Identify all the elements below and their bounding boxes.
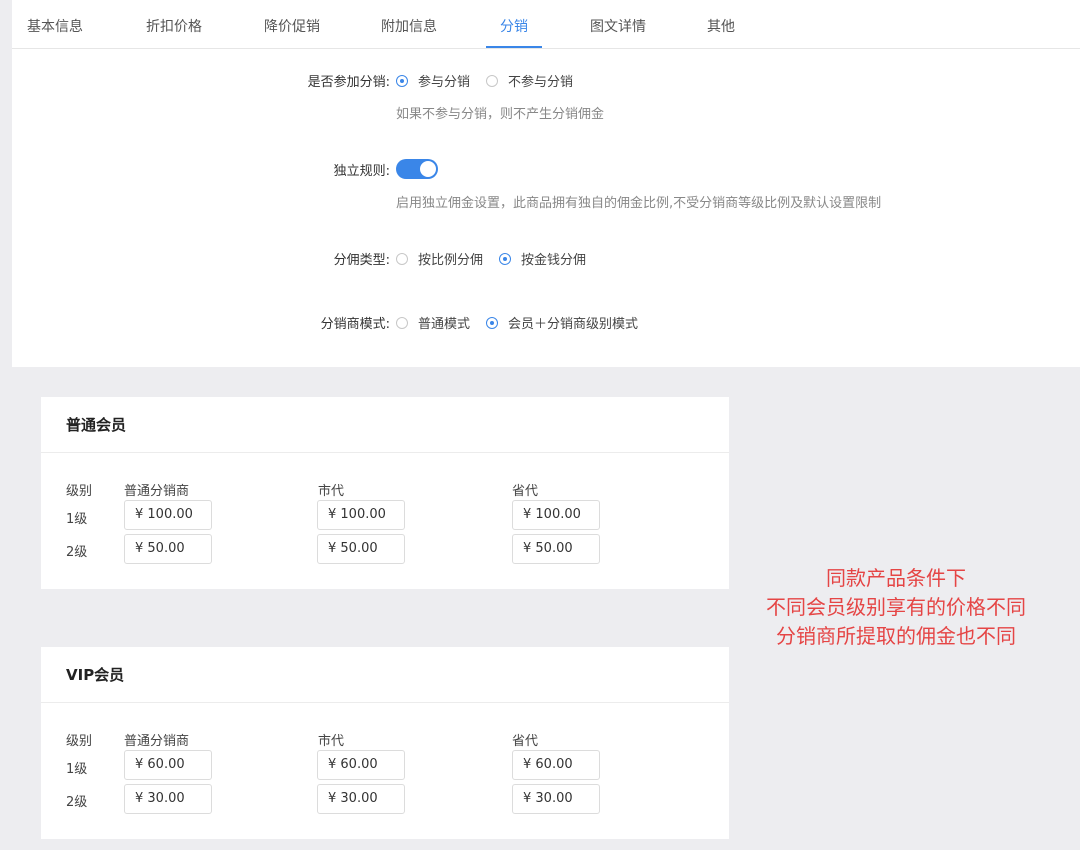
annotation-line: 不同会员级别享有的价格不同 <box>766 595 1026 619</box>
radio-label: 按比例分佣 <box>418 253 484 268</box>
row-level-label: 2级 <box>66 795 88 810</box>
price-input[interactable]: ¥ 50.00 <box>317 534 405 564</box>
radio-participate-no[interactable]: 不参与分销 <box>486 71 573 90</box>
radio-unchecked-icon <box>396 252 408 265</box>
radio-participate-yes[interactable]: 参与分销 <box>396 71 470 90</box>
annotation-note: 同款产品条件下 不同会员级别享有的价格不同 分销商所提取的佣金也不同 <box>736 564 1056 651</box>
radio-label: 按金钱分佣 <box>521 253 587 268</box>
toggle-knob <box>420 161 436 177</box>
tab-distribution[interactable]: 分销 <box>486 0 542 48</box>
header-city-agent: 市代 <box>318 484 345 499</box>
header-regular-distributor: 普通分销商 <box>124 734 190 749</box>
commission-type-label: 分佣类型: <box>333 253 390 268</box>
radio-label: 不参与分销 <box>508 75 574 90</box>
radio-checked-icon <box>486 316 499 329</box>
price-input[interactable]: ¥ 50.00 <box>512 534 600 564</box>
participate-label: 是否参加分销: <box>307 75 390 90</box>
radio-checked-icon <box>499 252 512 265</box>
radio-unchecked-icon <box>486 74 499 87</box>
radio-by-amount[interactable]: 按金钱分佣 <box>499 249 586 268</box>
card-regular-member: 普通会员 级别 普通分销商 市代 省代 1级 ¥ 100.00 ¥ 100.00… <box>41 397 729 589</box>
commission-type-options: 按比例分佣 按金钱分佣 <box>396 249 602 268</box>
independent-controls <box>396 159 438 179</box>
price-input[interactable]: ¥ 30.00 <box>124 784 212 814</box>
tab-discount-price[interactable]: 折扣价格 <box>145 0 203 48</box>
card-vip-member: VIP会员 级别 普通分销商 市代 省代 1级 ¥ 60.00 ¥ 60.00 … <box>41 647 729 839</box>
independent-toggle[interactable] <box>396 159 438 179</box>
tab-basic-info[interactable]: 基本信息 <box>26 0 84 48</box>
header-province-agent: 省代 <box>512 484 539 499</box>
price-input[interactable]: ¥ 50.00 <box>124 534 212 564</box>
header-province-agent: 省代 <box>512 734 539 749</box>
price-input[interactable]: ¥ 60.00 <box>317 750 405 780</box>
price-input[interactable]: ¥ 100.00 <box>317 500 405 530</box>
tab-other[interactable]: 其他 <box>706 0 736 48</box>
header-city-agent: 市代 <box>318 734 345 749</box>
price-input[interactable]: ¥ 60.00 <box>124 750 212 780</box>
price-input[interactable]: ¥ 60.00 <box>512 750 600 780</box>
annotation-line: 同款产品条件下 <box>826 566 966 590</box>
card-title: VIP会员 <box>41 647 729 703</box>
price-input[interactable]: ¥ 100.00 <box>124 500 212 530</box>
participate-hint: 如果不参与分销，则不产生分销佣金 <box>396 107 605 122</box>
header-level: 级别 <box>66 734 93 749</box>
participate-options: 参与分销 不参与分销 <box>396 71 589 90</box>
commission-grid: 级别 普通分销商 市代 省代 1级 ¥ 60.00 ¥ 60.00 ¥ 60.0… <box>41 703 729 840</box>
row-level-label: 2级 <box>66 545 88 560</box>
radio-label: 普通模式 <box>418 317 471 332</box>
row-level-label: 1级 <box>66 762 88 777</box>
commission-grid: 级别 普通分销商 市代 省代 1级 ¥ 100.00 ¥ 100.00 ¥ 10… <box>41 453 729 590</box>
card-title: 普通会员 <box>41 397 729 453</box>
annotation-line: 分销商所提取的佣金也不同 <box>776 624 1016 648</box>
settings-panel: 基本信息 折扣价格 降价促销 附加信息 分销 图文详情 其他 是否参加分销: 参… <box>12 0 1080 367</box>
radio-member-level-mode[interactable]: 会员＋分销商级别模式 <box>486 313 638 332</box>
independent-hint: 启用独立佣金设置，此商品拥有独自的佣金比例,不受分销商等级比例及默认设置限制 <box>396 196 882 211</box>
radio-by-ratio[interactable]: 按比例分佣 <box>396 249 483 268</box>
tab-additional-info[interactable]: 附加信息 <box>380 0 438 48</box>
distributor-mode-label: 分销商模式: <box>320 317 390 332</box>
price-input[interactable]: ¥ 30.00 <box>512 784 600 814</box>
radio-label: 参与分销 <box>418 75 471 90</box>
radio-normal-mode[interactable]: 普通模式 <box>396 313 470 332</box>
distributor-mode-options: 普通模式 会员＋分销商级别模式 <box>396 313 654 332</box>
price-input[interactable]: ¥ 100.00 <box>512 500 600 530</box>
radio-unchecked-icon <box>396 316 408 329</box>
radio-checked-icon <box>396 74 408 87</box>
tab-detail-images[interactable]: 图文详情 <box>589 0 647 48</box>
radio-label: 会员＋分销商级别模式 <box>508 317 639 332</box>
price-input[interactable]: ¥ 30.00 <box>317 784 405 814</box>
tab-price-promotion[interactable]: 降价促销 <box>263 0 321 48</box>
independent-label: 独立规则: <box>333 164 390 179</box>
row-level-label: 1级 <box>66 512 88 527</box>
tab-bar: 基本信息 折扣价格 降价促销 附加信息 分销 图文详情 其他 <box>12 0 1080 49</box>
header-level: 级别 <box>66 484 93 499</box>
header-regular-distributor: 普通分销商 <box>124 484 190 499</box>
